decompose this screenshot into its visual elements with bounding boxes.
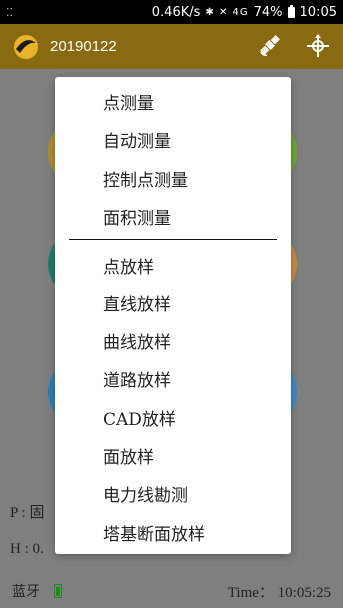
status-right: 0.46K/s ✱ ✕ 4G 74% 10:05 — [151, 4, 337, 20]
menu-item-tower-section-stakeout[interactable]: 塔基断面放样 — [103, 520, 205, 545]
menu-item-control-point-survey[interactable]: 控制点测量 — [103, 166, 188, 191]
menu-item-power-line-survey[interactable]: 电力线勘测 — [103, 481, 188, 506]
time-readout: Time： 10:05:25 — [227, 584, 331, 601]
app-bar: 20190122 — [0, 24, 343, 69]
menu-item-area-survey[interactable]: 面积测量 — [103, 204, 171, 229]
position-label: P : 固 — [10, 505, 45, 521]
project-title: 20190122 — [50, 38, 117, 55]
status-icons: ✱ ✕ 4G — [205, 6, 249, 18]
menu-item-road-stakeout[interactable]: 道路放样 — [103, 366, 171, 391]
network-speed: 0.46K/s — [151, 4, 201, 20]
battery-percent: 74% — [253, 4, 283, 20]
menu-item-point-survey[interactable]: 点测量 — [103, 89, 154, 114]
app-logo-icon — [12, 33, 40, 61]
bluetooth-label: 蓝牙 — [12, 584, 40, 600]
menu-item-line-stakeout[interactable]: 直线放样 — [103, 290, 171, 315]
menu-item-auto-survey[interactable]: 自动测量 — [103, 127, 171, 152]
menu-divider — [69, 239, 277, 240]
status-bar: ⁚⁚ 0.46K/s ✱ ✕ 4G 74% 10:05 — [0, 0, 343, 24]
survey-menu-dialog: 点测量 自动测量 控制点测量 面积测量 点放样 直线放样 曲线放样 道路放样 C… — [55, 77, 291, 554]
status-left-icons: ⁚⁚ — [6, 5, 13, 19]
menu-item-cad-stakeout[interactable]: CAD放样 — [103, 405, 176, 430]
menu-item-surface-stakeout[interactable]: 面放样 — [103, 443, 154, 468]
satellite-icon[interactable] — [257, 32, 283, 62]
battery-icon — [54, 584, 62, 598]
battery-icon — [287, 4, 295, 18]
bottom-status-bar: 蓝牙 Time： 10:05:25 — [0, 574, 343, 608]
height-label: H : 0. — [10, 541, 44, 557]
app-actions — [257, 32, 331, 62]
menu-item-point-stakeout[interactable]: 点放样 — [103, 253, 154, 278]
status-time: 10:05 — [299, 4, 337, 20]
crosshair-icon[interactable] — [305, 32, 331, 62]
menu-item-curve-stakeout[interactable]: 曲线放样 — [103, 328, 171, 353]
